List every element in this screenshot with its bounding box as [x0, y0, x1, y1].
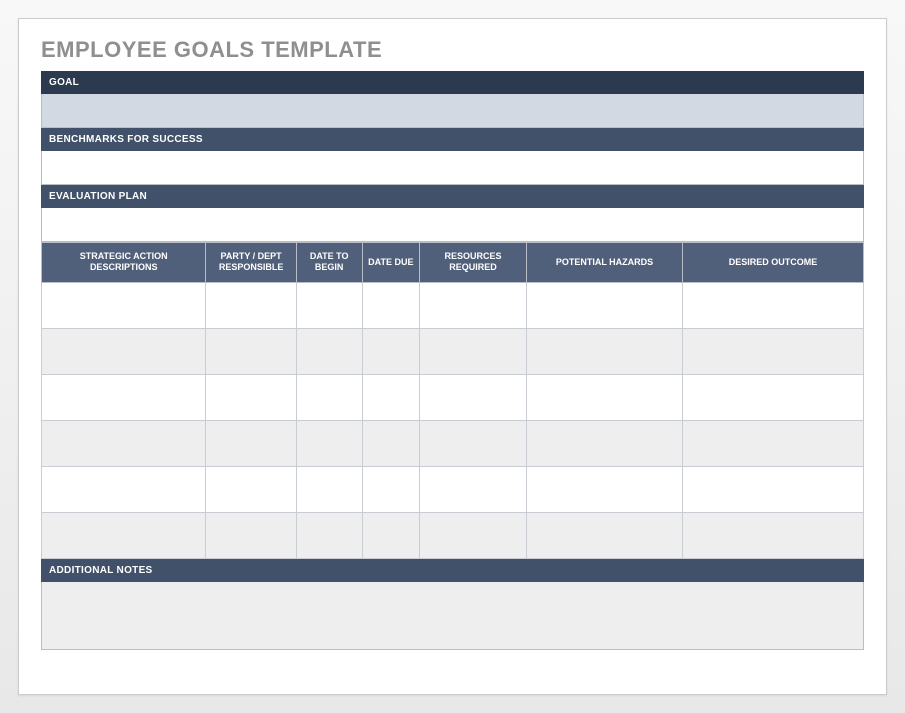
goal-input[interactable]: [41, 94, 864, 128]
notes-header: ADDITIONAL NOTES: [41, 559, 864, 582]
template-page: EMPLOYEE GOALS TEMPLATE GOAL BENCHMARKS …: [18, 18, 887, 695]
evaluation-header: EVALUATION PLAN: [41, 185, 864, 208]
table-cell[interactable]: [420, 512, 527, 558]
table-cell[interactable]: [296, 328, 362, 374]
page-title: EMPLOYEE GOALS TEMPLATE: [41, 37, 864, 63]
table-cell[interactable]: [683, 466, 864, 512]
table-cell[interactable]: [296, 466, 362, 512]
goal-header: GOAL: [41, 71, 864, 94]
table-cell[interactable]: [296, 420, 362, 466]
table-cell[interactable]: [683, 282, 864, 328]
table-cell[interactable]: [362, 466, 420, 512]
table-cell[interactable]: [42, 374, 206, 420]
table-cell[interactable]: [683, 512, 864, 558]
table-cell[interactable]: [362, 328, 420, 374]
evaluation-input[interactable]: [41, 208, 864, 242]
table-cell[interactable]: [206, 466, 296, 512]
table-cell[interactable]: [362, 374, 420, 420]
table-cell[interactable]: [683, 328, 864, 374]
table-cell[interactable]: [526, 374, 682, 420]
table-cell[interactable]: [206, 328, 296, 374]
table-cell[interactable]: [296, 282, 362, 328]
table-row: [42, 282, 864, 328]
table-body: [42, 282, 864, 558]
col-outcome: DESIRED OUTCOME: [683, 243, 864, 283]
table-cell[interactable]: [206, 282, 296, 328]
table-cell[interactable]: [526, 282, 682, 328]
table-cell[interactable]: [42, 420, 206, 466]
table-cell[interactable]: [296, 512, 362, 558]
table-cell[interactable]: [420, 420, 527, 466]
table-cell[interactable]: [362, 420, 420, 466]
table-cell[interactable]: [420, 374, 527, 420]
table-row: [42, 374, 864, 420]
col-hazards: POTENTIAL HAZARDS: [526, 243, 682, 283]
col-resources: RESOURCES REQUIRED: [420, 243, 527, 283]
table-cell[interactable]: [296, 374, 362, 420]
table-cell[interactable]: [526, 328, 682, 374]
table-cell[interactable]: [526, 420, 682, 466]
table-cell[interactable]: [683, 374, 864, 420]
benchmarks-header: BENCHMARKS FOR SUCCESS: [41, 128, 864, 151]
table-cell[interactable]: [206, 512, 296, 558]
table-cell[interactable]: [526, 512, 682, 558]
table-cell[interactable]: [362, 282, 420, 328]
table-cell[interactable]: [362, 512, 420, 558]
table-cell[interactable]: [420, 328, 527, 374]
table-cell[interactable]: [42, 512, 206, 558]
table-cell[interactable]: [42, 466, 206, 512]
col-strategic-action: STRATEGIC ACTION DESCRIPTIONS: [42, 243, 206, 283]
table-cell[interactable]: [420, 466, 527, 512]
table-row: [42, 328, 864, 374]
table-cell[interactable]: [420, 282, 527, 328]
table-cell[interactable]: [42, 328, 206, 374]
table-cell[interactable]: [683, 420, 864, 466]
actions-table: STRATEGIC ACTION DESCRIPTIONS PARTY / DE…: [41, 242, 864, 559]
notes-input[interactable]: [41, 582, 864, 650]
benchmarks-input[interactable]: [41, 151, 864, 185]
table-cell[interactable]: [206, 420, 296, 466]
table-cell[interactable]: [526, 466, 682, 512]
table-cell[interactable]: [42, 282, 206, 328]
table-header-row: STRATEGIC ACTION DESCRIPTIONS PARTY / DE…: [42, 243, 864, 283]
table-row: [42, 466, 864, 512]
table-row: [42, 420, 864, 466]
table-row: [42, 512, 864, 558]
col-date-begin: DATE TO BEGIN: [296, 243, 362, 283]
table-cell[interactable]: [206, 374, 296, 420]
col-date-due: DATE DUE: [362, 243, 420, 283]
col-party-dept: PARTY / DEPT RESPONSIBLE: [206, 243, 296, 283]
